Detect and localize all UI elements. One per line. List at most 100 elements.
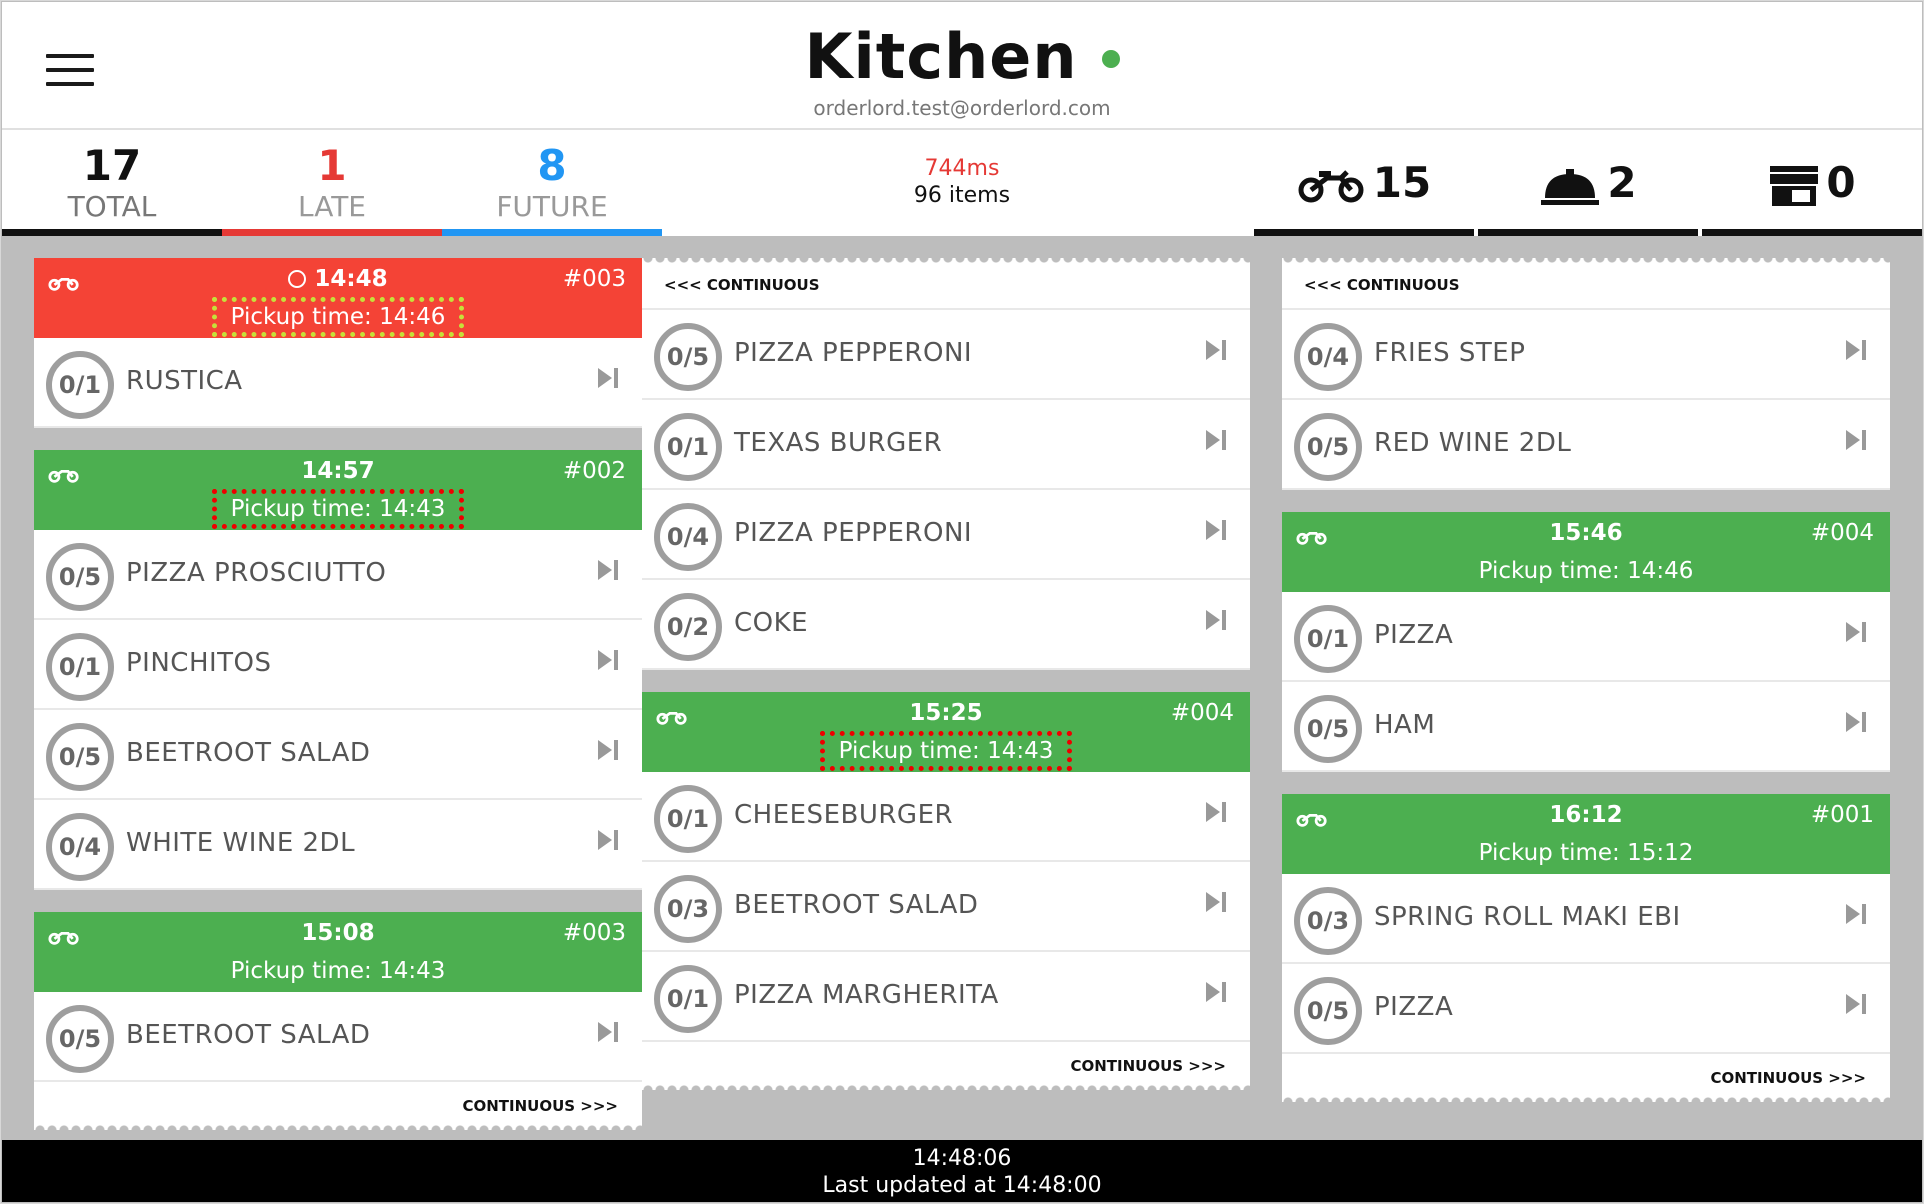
continuous-prev-link[interactable]: <<< CONTINUOUS xyxy=(642,258,1250,310)
order-item[interactable]: 0/3 SPRING ROLL MAKI EBI xyxy=(1282,874,1890,964)
item-done-count: 0 xyxy=(1306,907,1324,935)
ticket-time: 15:46 xyxy=(1549,520,1623,546)
pickup-time-text: Pickup time: 15:12 xyxy=(1478,840,1694,866)
order-item[interactable]: 0/3 BEETROOT SALAD xyxy=(642,862,1250,952)
item-done-count: 0 xyxy=(1306,433,1324,461)
item-progress: 0/5 xyxy=(1294,413,1362,481)
stat-late-label: LATE xyxy=(297,190,367,223)
skip-forward-icon[interactable] xyxy=(1204,428,1228,452)
skip-forward-icon[interactable] xyxy=(596,828,620,852)
order-item[interactable]: 0/1 CHEESEBURGER xyxy=(642,772,1250,862)
pickup-time: Pickup time: 14:43 xyxy=(642,731,1250,771)
stats-bar: 17 TOTAL 1 LATE 8 FUTURE 744ms 96 items … xyxy=(2,130,1922,236)
item-done-count: 0 xyxy=(58,653,76,681)
item-qty: 1 xyxy=(84,653,102,681)
order-item[interactable]: 0/1 RUSTICA xyxy=(34,338,642,428)
skip-forward-icon[interactable] xyxy=(1844,710,1868,734)
order-ticket-continued[interactable]: <<< CONTINUOUS 0/4 FRIES STEP 0/5 RED WI… xyxy=(1282,258,1890,490)
stat-total-value: 17 xyxy=(82,141,142,190)
store-icon xyxy=(1770,165,1819,206)
skip-forward-icon[interactable] xyxy=(1204,338,1228,362)
continuous-next-link[interactable]: CONTINUOUS >>> xyxy=(1282,1054,1890,1102)
skip-forward-icon[interactable] xyxy=(596,366,620,390)
order-item[interactable]: 0/5 PIZZA PEPPERONI xyxy=(642,310,1250,400)
order-item[interactable]: 0/1 PIZZA xyxy=(1282,592,1890,682)
order-item[interactable]: 0/1 TEXAS BURGER xyxy=(642,400,1250,490)
item-qty: 3 xyxy=(1332,907,1350,935)
dine-in-counter[interactable]: 2 xyxy=(1478,130,1698,236)
item-done-count: 0 xyxy=(58,833,76,861)
skip-forward-icon[interactable] xyxy=(1844,428,1868,452)
pickup-time-text: Pickup time: 14:46 xyxy=(1478,558,1694,584)
continuous-next-link[interactable]: CONTINUOUS >>> xyxy=(642,1042,1250,1090)
item-done-count: 0 xyxy=(1306,343,1324,371)
delivery-counter[interactable]: 15 xyxy=(1254,130,1474,236)
item-qty: 4 xyxy=(1332,343,1350,371)
pickup-time: Pickup time: 14:43 xyxy=(34,958,642,984)
order-ticket[interactable]: 14:48 #003 Pickup time: 14:46 0/1 RUSTIC… xyxy=(34,258,642,428)
item-progress: 0/1 xyxy=(654,413,722,481)
item-done-count: 0 xyxy=(666,523,684,551)
delivery-counter-bar xyxy=(1254,229,1474,236)
order-item[interactable]: 0/5 BEETROOT SALAD xyxy=(34,992,642,1082)
ticket-number: #001 xyxy=(1810,802,1874,828)
item-done-count: 0 xyxy=(58,1025,76,1053)
order-ticket[interactable]: 15:25 #004 Pickup time: 14:43 0/1 CHEESE… xyxy=(642,692,1250,1090)
order-item[interactable]: 0/4 FRIES STEP xyxy=(1282,310,1890,400)
stat-total[interactable]: 17 TOTAL xyxy=(2,130,222,236)
order-item[interactable]: 0/2 COKE xyxy=(642,580,1250,670)
order-item[interactable]: 0/1 PINCHITOS xyxy=(34,620,642,710)
item-qty: 4 xyxy=(692,523,710,551)
skip-forward-icon[interactable] xyxy=(1204,800,1228,824)
order-item[interactable]: 0/4 PIZZA PEPPERONI xyxy=(642,490,1250,580)
ticket-time: 15:08 xyxy=(301,920,375,946)
order-item[interactable]: 0/1 PIZZA MARGHERITA xyxy=(642,952,1250,1042)
stat-late[interactable]: 1 LATE xyxy=(222,130,442,236)
order-column-1: 14:48 #003 Pickup time: 14:46 0/1 RUSTIC… xyxy=(34,258,642,1152)
skip-forward-icon[interactable] xyxy=(1844,902,1868,926)
skip-forward-icon[interactable] xyxy=(1844,620,1868,644)
pickup-time: Pickup time: 14:46 xyxy=(34,297,642,337)
ticket-header: 15:08 #003 Pickup time: 14:43 xyxy=(34,912,642,992)
skip-forward-icon[interactable] xyxy=(1844,338,1868,362)
skip-forward-icon[interactable] xyxy=(1204,890,1228,914)
item-qty: 5 xyxy=(1332,997,1350,1025)
item-name: TEXAS BURGER xyxy=(734,428,943,458)
order-item[interactable]: 0/5 RED WINE 2DL xyxy=(1282,400,1890,490)
continuous-next-link[interactable]: CONTINUOUS >>> xyxy=(34,1082,642,1130)
order-item[interactable]: 0/4 WHITE WINE 2DL xyxy=(34,800,642,890)
order-item[interactable]: 0/5 HAM xyxy=(1282,682,1890,772)
skip-forward-icon[interactable] xyxy=(596,738,620,762)
ticket-number: #003 xyxy=(562,266,626,292)
pickup-time-text: Pickup time: 14:46 xyxy=(211,297,465,337)
skip-forward-icon[interactable] xyxy=(1844,992,1868,1016)
order-ticket[interactable]: 15:46 #004 Pickup time: 14:46 0/1 PIZZA … xyxy=(1282,512,1890,772)
item-progress: 0/5 xyxy=(46,723,114,791)
order-ticket[interactable]: 15:08 #003 Pickup time: 14:43 0/5 BEETRO… xyxy=(34,912,642,1130)
order-ticket-continued[interactable]: <<< CONTINUOUS 0/5 PIZZA PEPPERONI 0/1 T… xyxy=(642,258,1250,670)
skip-forward-icon[interactable] xyxy=(596,1020,620,1044)
skip-forward-icon[interactable] xyxy=(596,558,620,582)
order-item[interactable]: 0/5 BEETROOT SALAD xyxy=(34,710,642,800)
item-done-count: 0 xyxy=(58,371,76,399)
dine-in-count: 2 xyxy=(1607,158,1637,207)
order-ticket[interactable]: 14:57 #002 Pickup time: 14:43 0/5 PIZZA … xyxy=(34,450,642,890)
skip-forward-icon[interactable] xyxy=(1204,608,1228,632)
ticket-number: #002 xyxy=(562,458,626,484)
continuous-prev-link[interactable]: <<< CONTINUOUS xyxy=(1282,258,1890,310)
status-footer: 14:48:06 Last updated at 14:48:00 xyxy=(2,1140,1922,1202)
skip-forward-icon[interactable] xyxy=(1204,518,1228,542)
item-qty: 5 xyxy=(692,343,710,371)
item-name: BEETROOT SALAD xyxy=(126,738,371,768)
order-item[interactable]: 0/5 PIZZA xyxy=(1282,964,1890,1054)
item-name: PIZZA PEPPERONI xyxy=(734,518,973,548)
skip-forward-icon[interactable] xyxy=(1204,980,1228,1004)
ticket-time: 15:25 xyxy=(909,700,983,726)
item-name: PIZZA MARGHERITA xyxy=(734,980,999,1010)
stat-future[interactable]: 8 FUTURE xyxy=(442,130,662,236)
skip-forward-icon[interactable] xyxy=(596,648,620,672)
order-ticket[interactable]: 16:12 #001 Pickup time: 15:12 0/3 SPRING… xyxy=(1282,794,1890,1102)
takeaway-counter[interactable]: 0 xyxy=(1702,130,1922,236)
item-name: PINCHITOS xyxy=(126,648,272,678)
order-item[interactable]: 0/5 PIZZA PROSCIUTTO xyxy=(34,530,642,620)
